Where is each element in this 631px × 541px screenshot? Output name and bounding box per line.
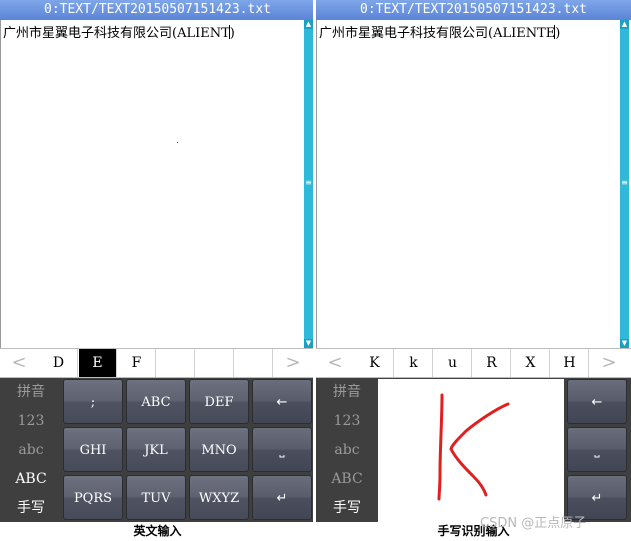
mode-lowercase[interactable]: abc xyxy=(316,436,378,465)
key-symbol[interactable]: ; xyxy=(63,379,123,424)
editor-text-tail: ) xyxy=(229,26,235,41)
window-title: 0:TEXT/TEXT20150507151423.txt xyxy=(0,0,315,20)
input-mode-list: 拼音 123 abc ABC 手写 xyxy=(0,378,62,522)
mode-lowercase[interactable]: abc xyxy=(0,436,62,465)
candidate-item[interactable]: u xyxy=(434,349,472,377)
mode-handwriting[interactable]: 手写 xyxy=(316,494,378,523)
stray-pixel xyxy=(177,142,178,143)
scroll-thumb-icon[interactable]: ≡ xyxy=(620,178,629,188)
candidate-prev-button[interactable]: < xyxy=(0,349,38,377)
right-panel: 0:TEXT/TEXT20150507151423.txt 广州市星翼电子科技有… xyxy=(316,0,631,541)
enter-icon: ↵ xyxy=(591,491,603,506)
backspace-icon: ← xyxy=(276,395,288,410)
candidate-item[interactable]: K xyxy=(356,349,394,377)
editor-text: 广州市星翼电子科技有限公司(ALIENT xyxy=(3,26,230,41)
enter-button[interactable]: ↵ xyxy=(252,475,312,520)
key-ghi[interactable]: GHI xyxy=(63,427,123,472)
editor-text-tail: ) xyxy=(555,26,561,41)
candidate-prev-button[interactable]: < xyxy=(316,349,354,377)
keyboard: 拼音 123 abc ABC 手写 ; ABC DEF ← GHI JKL MN… xyxy=(0,378,315,522)
key-wxyz[interactable]: WXYZ xyxy=(189,475,249,520)
candidate-item[interactable] xyxy=(196,349,234,377)
candidate-item-selected[interactable]: E xyxy=(79,349,117,377)
scroll-up-icon[interactable]: ▲ xyxy=(304,20,313,29)
space-button[interactable]: ⎵ xyxy=(252,427,312,472)
key-mno[interactable]: MNO xyxy=(189,427,249,472)
window-title: 0:TEXT/TEXT20150507151423.txt xyxy=(316,0,631,20)
candidate-bar: < K k u R X H > xyxy=(316,348,631,378)
handwriting-stroke xyxy=(437,393,510,501)
scroll-down-icon[interactable]: ▼ xyxy=(304,339,313,348)
space-icon: ⎵ xyxy=(279,443,285,458)
mode-number[interactable]: 123 xyxy=(0,407,62,436)
candidate-bar: < D E F > xyxy=(0,348,315,378)
mode-uppercase[interactable]: ABC xyxy=(316,465,378,494)
text-editor[interactable]: 广州市星翼电子科技有限公司(ALIENT) xyxy=(0,20,304,348)
candidate-item[interactable]: H xyxy=(551,349,589,377)
mode-number[interactable]: 123 xyxy=(316,407,378,436)
mode-pinyin[interactable]: 拼音 xyxy=(316,378,378,407)
backspace-button[interactable]: ← xyxy=(567,379,627,424)
watermark: CSDN @正点原子 xyxy=(480,516,587,531)
candidate-item[interactable]: R xyxy=(473,349,511,377)
space-button[interactable]: ⎵ xyxy=(567,427,627,472)
candidate-next-button[interactable]: > xyxy=(590,349,628,377)
key-def[interactable]: DEF xyxy=(189,379,249,424)
editor-content: 广州市星翼电子科技有限公司(ALIENT) xyxy=(3,22,235,41)
key-abc[interactable]: ABC xyxy=(126,379,186,424)
scroll-up-icon[interactable]: ▲ xyxy=(620,20,629,29)
mode-handwriting[interactable]: 手写 xyxy=(0,494,62,523)
editor-scrollbar[interactable]: ▲ ≡ ▼ xyxy=(620,20,629,348)
left-panel: 0:TEXT/TEXT20150507151423.txt 广州市星翼电子科技有… xyxy=(0,0,315,541)
candidate-item[interactable] xyxy=(235,349,273,377)
candidate-next-button[interactable]: > xyxy=(274,349,312,377)
mode-pinyin[interactable]: 拼音 xyxy=(0,378,62,407)
keyboard: 拼音 123 abc ABC 手写 ← ⎵ ↵ xyxy=(316,378,631,522)
enter-icon: ↵ xyxy=(276,491,288,506)
editor-content: 广州市星翼电子科技有限公司(ALIENTE) xyxy=(319,22,560,41)
backspace-button[interactable]: ← xyxy=(252,379,312,424)
key-jkl[interactable]: JKL xyxy=(126,427,186,472)
space-icon: ⎵ xyxy=(594,443,600,458)
text-editor[interactable]: 广州市星翼电子科技有限公司(ALIENTE) xyxy=(316,20,620,348)
input-mode-list: 拼音 123 abc ABC 手写 xyxy=(316,378,378,522)
backspace-icon: ← xyxy=(591,395,603,410)
input-status: 英文输入 xyxy=(0,522,315,541)
candidate-item[interactable]: X xyxy=(512,349,550,377)
candidate-item[interactable]: D xyxy=(40,349,78,377)
scroll-thumb-icon[interactable]: ≡ xyxy=(304,178,313,188)
candidate-item[interactable]: k xyxy=(395,349,433,377)
editor-scrollbar[interactable]: ▲ ≡ ▼ xyxy=(304,20,313,348)
mode-uppercase[interactable]: ABC xyxy=(0,465,62,494)
handwriting-canvas[interactable] xyxy=(378,379,564,522)
key-pqrs[interactable]: PQRS xyxy=(63,475,123,520)
scroll-down-icon[interactable]: ▼ xyxy=(620,339,629,348)
candidate-item[interactable]: F xyxy=(118,349,156,377)
editor-text: 广州市星翼电子科技有限公司(ALIENTE xyxy=(319,26,556,41)
key-tuv[interactable]: TUV xyxy=(126,475,186,520)
candidate-item[interactable] xyxy=(157,349,195,377)
